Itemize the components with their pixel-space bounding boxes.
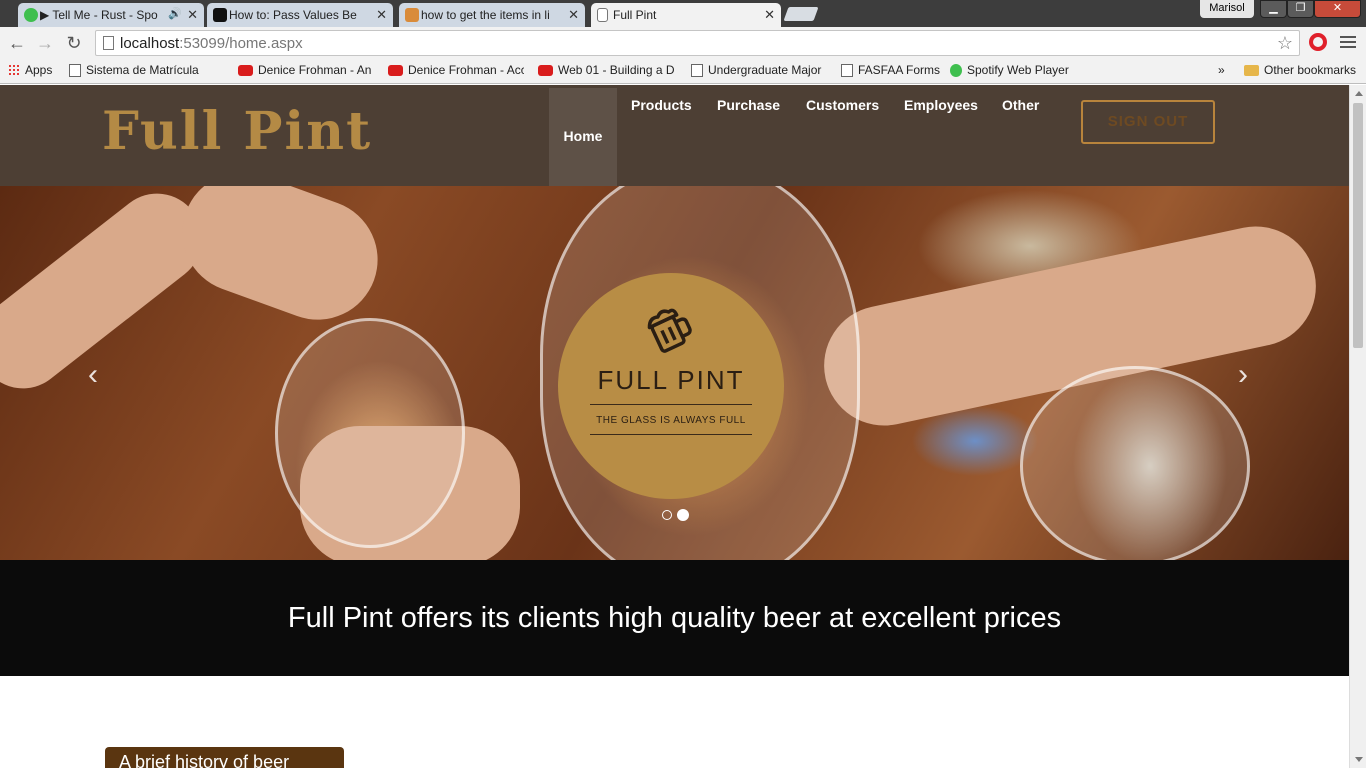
opera-extension-icon[interactable] — [1309, 33, 1327, 51]
youtube-icon — [388, 64, 403, 76]
close-icon[interactable]: ✕ — [764, 7, 775, 23]
badge-brand: FULL PINT — [597, 365, 745, 395]
sign-out-button[interactable]: SIGN OUT — [1081, 100, 1215, 144]
page-icon — [691, 63, 703, 77]
carousel-indicator-1[interactable] — [662, 510, 672, 520]
tab-strip: ▶ Tell Me - Rust - Spo 🔊 ✕ How to: Pass … — [0, 0, 1366, 27]
browser-tab-2[interactable]: How to: Pass Values Betw ✕ — [207, 3, 393, 27]
profile-button[interactable]: Marisol — [1200, 0, 1254, 18]
badge-divider — [590, 404, 752, 405]
full-pint-badge: FULL PINT THE GLASS IS ALWAYS FULL — [558, 273, 784, 499]
bookmark-apps[interactable]: Apps — [8, 63, 52, 77]
bookmark-item[interactable]: Denice Frohman - Acc — [388, 63, 524, 77]
browser-toolbar: ← → ↻ localhost:53099/home.aspx ☆ — [0, 27, 1366, 59]
browser-tab-1[interactable]: ▶ Tell Me - Rust - Spo 🔊 ✕ — [18, 3, 204, 27]
site-header: Full Pint Home Products Purchase Custome… — [0, 85, 1349, 186]
other-bookmarks[interactable]: Other bookmarks — [1244, 63, 1356, 77]
carousel-indicator-2[interactable] — [677, 509, 689, 521]
tagline-banner: Full Pint offers its clients high qualit… — [0, 560, 1349, 676]
bookmark-item[interactable]: Undergraduate Major — [691, 63, 824, 77]
site-logo[interactable]: Full Pint — [102, 101, 372, 162]
nav-home[interactable]: Home — [549, 88, 617, 186]
m-icon — [213, 8, 227, 22]
nav-purchase[interactable]: Purchase — [717, 97, 780, 113]
close-icon[interactable]: ✕ — [568, 7, 579, 23]
close-icon[interactable]: ✕ — [187, 7, 198, 23]
scroll-thumb[interactable] — [1353, 103, 1363, 348]
hero-carousel: ‹ › FULL PINT THE GLASS IS ALWAYS FULL — [0, 186, 1349, 560]
page-icon — [841, 63, 853, 77]
youtube-icon — [538, 64, 553, 76]
history-heading: A brief history of beer — [105, 747, 344, 768]
bookmark-item[interactable]: FASFAA Forms — [841, 63, 940, 77]
hero-photo-glass — [275, 318, 465, 548]
bookmark-item[interactable]: Denice Frohman - An — [238, 63, 374, 77]
close-window-button[interactable]: ✕ — [1314, 0, 1361, 18]
apps-icon — [8, 64, 20, 76]
chrome-menu-button[interactable] — [1340, 33, 1356, 51]
nav-other[interactable]: Other — [1002, 97, 1039, 113]
tab-title: Full Pint — [613, 8, 657, 22]
youtube-icon — [238, 64, 253, 76]
tab-title: How to: Pass Values Betw — [229, 8, 357, 22]
spotify-icon — [950, 63, 962, 77]
badge-tagline: THE GLASS IS ALWAYS FULL — [596, 415, 746, 426]
folder-icon — [1244, 64, 1259, 76]
back-button[interactable]: ← — [6, 32, 28, 54]
scroll-up-icon[interactable] — [1355, 91, 1363, 96]
badge-divider — [590, 434, 752, 435]
bookmark-star-icon[interactable]: ☆ — [1277, 33, 1293, 54]
page-icon — [103, 36, 114, 50]
page-scrollbar[interactable] — [1349, 85, 1366, 768]
tab-title: how to get the items in lis — [421, 8, 549, 22]
speaker-icon: 🔊 — [168, 8, 182, 20]
carousel-next-icon[interactable]: › — [1238, 358, 1248, 392]
url-text: localhost:53099/home.aspx — [120, 35, 303, 52]
new-tab-button[interactable] — [783, 7, 819, 21]
page-viewport: Full Pint Home Products Purchase Custome… — [0, 85, 1366, 768]
reload-button[interactable]: ↻ — [63, 32, 85, 54]
nav-employees[interactable]: Employees — [904, 97, 978, 113]
bookmark-item[interactable]: Web 01 - Building a D — [538, 63, 674, 77]
minimize-button[interactable]: ▁ — [1260, 0, 1287, 18]
hero-photo-glass — [1020, 366, 1250, 560]
bookmarks-overflow-button[interactable]: » — [1218, 63, 1225, 77]
spotify-icon — [24, 8, 38, 22]
bookmark-item[interactable]: Sistema de Matrícula — [69, 63, 199, 77]
nav-customers[interactable]: Customers — [806, 97, 879, 113]
forward-button[interactable]: → — [34, 32, 56, 54]
close-icon[interactable]: ✕ — [376, 7, 387, 23]
nav-products[interactable]: Products — [631, 97, 692, 113]
browser-tab-active[interactable]: Full Pint ✕ — [591, 3, 781, 27]
bookmarks-bar: Apps Sistema de Matrícula Denice Frohman… — [0, 59, 1366, 84]
maximize-button[interactable]: ❐ — [1287, 0, 1314, 18]
tab-title: ▶ Tell Me - Rust - Spo — [40, 8, 158, 22]
browser-tab-3[interactable]: how to get the items in lis ✕ — [399, 3, 585, 27]
scroll-down-icon[interactable] — [1355, 757, 1363, 762]
stack-icon — [405, 8, 419, 22]
bookmark-item[interactable]: Spotify Web Player — [950, 63, 1069, 77]
address-bar[interactable]: localhost:53099/home.aspx ☆ — [95, 30, 1300, 56]
hero-photo-hand — [165, 186, 395, 337]
carousel-indicators — [662, 509, 689, 521]
beer-mug-icon — [647, 308, 692, 353]
page-icon — [69, 63, 81, 77]
page-icon — [597, 8, 608, 22]
carousel-prev-icon[interactable]: ‹ — [88, 358, 98, 392]
